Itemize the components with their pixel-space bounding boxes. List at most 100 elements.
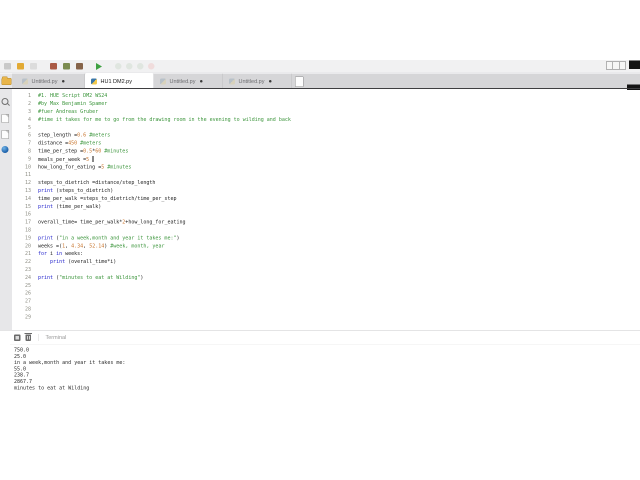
run-icon[interactable] [96, 62, 102, 70]
code-line[interactable]: 10 how_long_for_eating =5 #minutes [12, 163, 291, 171]
code-text: step_length =0.6 #meters [38, 132, 111, 139]
code-text: print (overall_time*i) [50, 259, 117, 265]
code-line[interactable]: 21 for i in weeks: [12, 250, 291, 258]
code-line[interactable]: 13 print (steps_to_dietrich) [12, 187, 291, 195]
line-number: 18 [24, 227, 31, 233]
screen-edge-artifact-top [629, 60, 640, 69]
code-line[interactable]: 3 #fuer Andreas Gruber [12, 108, 291, 116]
tab-list: Untitled.py HU1 DM2.py Untitled.py Untitled… [16, 73, 292, 89]
code-line[interactable]: 9 meals_per_week =5 [12, 155, 291, 163]
code-line[interactable]: 4 #time it takes for me to go from the dr… [12, 116, 291, 124]
python-file-icon [91, 78, 97, 85]
tab-4[interactable]: Untitled.py [223, 73, 292, 89]
code-line[interactable]: 28 [12, 305, 291, 313]
code-line[interactable]: 1 #1. HUE Script DM2 WS24 [12, 92, 291, 100]
clear-output-icon[interactable] [24, 332, 32, 341]
tab-1[interactable]: Untitled.py [16, 73, 85, 89]
code-editor[interactable]: 1 #1. HUE Script DM2 WS24 2 #by Max Benjami… [12, 90, 640, 330]
toolbar [0, 60, 640, 73]
code-line[interactable]: 17 overall_time= time_per_walk*2+how_long… [12, 218, 291, 226]
folder-icon[interactable] [1, 76, 12, 85]
code-text: weeks =(1, 4.34, 52.14) #week, month, ye… [38, 243, 165, 249]
tab-label: Untitled.py [169, 78, 196, 85]
view-switcher-segment-3[interactable] [620, 62, 626, 69]
terminal-output-line: minutes to eat at Wilding [14, 385, 90, 391]
code-line[interactable]: 25 [12, 282, 291, 290]
code-line[interactable]: 8 time_per_step =0.5*60 #minutes [12, 147, 291, 155]
step-icon-1[interactable] [115, 63, 122, 70]
line-number: 29 [24, 314, 31, 320]
line-number: 27 [24, 298, 31, 305]
sidebar-strip [0, 73, 12, 330]
code-line[interactable]: 23 [12, 266, 291, 274]
toolbar-group-1 [4, 63, 37, 70]
tool-icon-3[interactable] [76, 63, 83, 70]
terminal-header-divider [38, 334, 39, 341]
code-text: time_per_step =0.5*60 #minutes [38, 148, 129, 154]
tool-icon-2[interactable] [63, 63, 70, 70]
terminal-output: 750.0 25.0 in a week,month and year it tak… [14, 348, 125, 392]
code-line[interactable]: 5 [12, 124, 291, 132]
modified-indicator [199, 80, 203, 83]
code-line[interactable]: 16 [12, 210, 291, 218]
code-line[interactable]: 29 [12, 313, 291, 321]
line-number: 15 [24, 203, 31, 210]
modified-indicator [268, 80, 272, 83]
toolbar-group-2 [50, 63, 83, 70]
line-number: 22 [24, 259, 31, 265]
code-line[interactable]: 11 [12, 171, 291, 179]
new-file-icon[interactable] [4, 63, 11, 70]
code-text: print ("minutes to eat at Wilding") [38, 274, 144, 281]
toolbar-icon-groups [4, 62, 155, 70]
code-line[interactable]: 14 time_per_walk =steps_to_dietrich/time_… [12, 195, 291, 203]
tab-3[interactable]: Untitled.py [154, 73, 223, 89]
save-file-icon[interactable] [30, 63, 37, 70]
code-line[interactable]: 27 [12, 297, 291, 305]
code-line[interactable]: 12 steps_to_dietrich =distance/step_lengt… [12, 179, 291, 187]
code-line[interactable]: 22 print (overall_time*i) [12, 258, 291, 266]
open-file-icon[interactable] [17, 63, 24, 70]
line-number: 16 [24, 211, 31, 218]
view-switcher[interactable] [606, 61, 626, 70]
line-number: 4 [27, 116, 31, 123]
line-number: 6 [27, 132, 31, 139]
stop-icon[interactable] [148, 63, 155, 70]
code-text: steps_to_dietrich =distance/step_length [38, 180, 156, 186]
copy-output-icon[interactable] [14, 334, 21, 341]
code-text: #time it takes for me to go from the dra… [38, 116, 291, 123]
code-text: #fuer Andreas Gruber [38, 108, 99, 115]
terminal-panel[interactable]: Terminal 750.0 25.0 in a week,month and ye… [0, 330, 640, 409]
code-line[interactable]: 20 weeks =(1, 4.34, 52.14) #week, month, … [12, 242, 291, 250]
code-text: print (steps_to_dietrich) [38, 187, 114, 194]
step-icon-3[interactable] [137, 63, 144, 70]
script-file-icon[interactable] [1, 114, 9, 123]
code-line[interactable]: 6 step_length =0.6 #meters [12, 131, 291, 139]
line-number: 14 [24, 195, 31, 202]
code-text: meals_per_week =5 [38, 155, 94, 162]
tool-icon-1[interactable] [50, 63, 57, 70]
code-line[interactable]: 7 distance =450 #meters [12, 139, 291, 147]
new-tab-button[interactable] [295, 76, 304, 87]
line-number: 21 [24, 251, 31, 257]
ide-window: Untitled.py HU1 DM2.py Untitled.py Untitled… [0, 0, 640, 480]
line-number: 13 [24, 187, 31, 194]
globe-icon[interactable] [1, 146, 9, 153]
modified-indicator [61, 80, 65, 83]
code-line[interactable]: 2 #by Max Benjamin Spamer [12, 100, 291, 108]
screenshot-root: Untitled.py HU1 DM2.py Untitled.py Untitled… [0, 0, 640, 480]
code-line[interactable]: 15 print (time_per_walk) [12, 203, 291, 211]
step-icon-2[interactable] [126, 63, 133, 70]
line-number: 24 [24, 274, 31, 281]
line-number: 25 [24, 282, 31, 289]
code-line[interactable]: 26 [12, 289, 291, 297]
code-line[interactable]: 19 print ("in a week,month and year it ta… [12, 234, 291, 242]
line-number: 3 [27, 108, 31, 115]
tab-2[interactable]: HU1 DM2.py [85, 73, 154, 89]
search-icon[interactable] [1, 98, 9, 105]
code-line[interactable]: 24 print ("minutes to eat at Wilding") [12, 274, 291, 282]
file-icon[interactable] [1, 130, 9, 139]
line-number: 2 [27, 101, 31, 107]
code-line[interactable]: 18 [12, 226, 291, 234]
terminal-header: Terminal [10, 331, 640, 345]
line-number: 11 [24, 172, 31, 178]
